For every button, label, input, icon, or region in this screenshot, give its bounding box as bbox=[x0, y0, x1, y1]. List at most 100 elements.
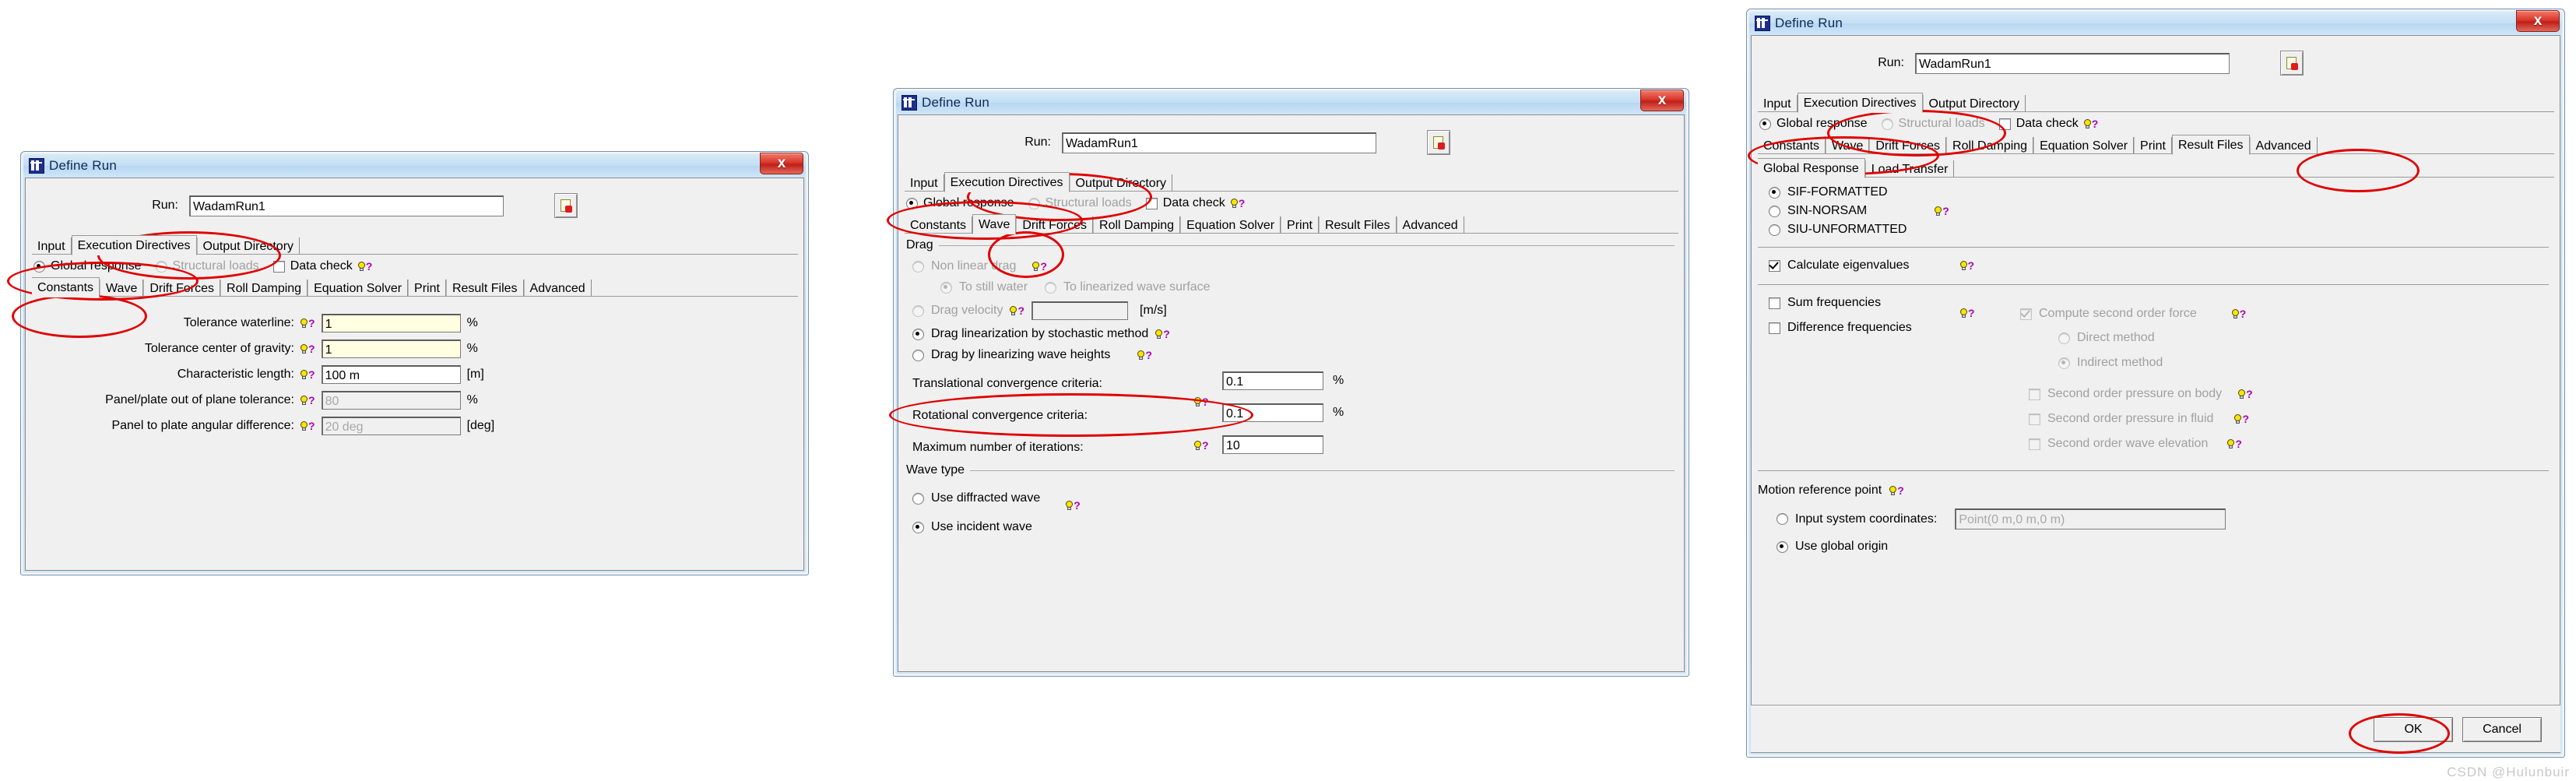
subtab-advanced[interactable]: Advanced bbox=[1396, 216, 1464, 234]
tab-input[interactable]: Input bbox=[32, 237, 72, 255]
help-data-check[interactable]: ? bbox=[2083, 118, 2098, 129]
subtab-constants[interactable]: Constants bbox=[32, 277, 100, 297]
help-tolerance-center-of-gravity[interactable]: ? bbox=[300, 343, 315, 354]
radio-drag-by-linearizing-wave-heights[interactable] bbox=[912, 349, 924, 361]
subtab-equation-solver[interactable]: Equation Solver bbox=[1180, 216, 1281, 234]
input-rotational-convergence[interactable]: 0.1 bbox=[1222, 403, 1323, 422]
tab-execution-directives[interactable]: Execution Directives bbox=[71, 235, 197, 255]
subtab-wave[interactable]: Wave bbox=[100, 280, 144, 297]
subtab-wave[interactable]: Wave bbox=[1826, 137, 1870, 154]
help-frequencies[interactable]: ? bbox=[1960, 308, 1975, 318]
tab-output-directory[interactable]: Output Directory bbox=[1069, 174, 1173, 192]
help-panel-to-plate-angular-difference[interactable]: ? bbox=[300, 420, 315, 431]
define-run-dialog-1[interactable]: Define Run x Run: WadamRun1 Input Execut… bbox=[20, 151, 809, 575]
dialog1-sub-tabs[interactable]: Constants Wave Drift Forces Roll Damping… bbox=[32, 276, 798, 297]
subtab-drift-forces[interactable]: Drift Forces bbox=[1869, 137, 1947, 154]
subtab-constants[interactable]: Constants bbox=[905, 216, 973, 234]
dialog2-top-tabs[interactable]: Input Execution Directives Output Direct… bbox=[905, 171, 1678, 192]
tab-execution-directives[interactable]: Execution Directives bbox=[1797, 93, 1923, 113]
radio-to-linearized-wave-surface[interactable] bbox=[1045, 281, 1057, 294]
dialog1-top-tabs[interactable]: Input Execution Directives Output Direct… bbox=[32, 234, 798, 255]
subtab-drift-forces[interactable]: Drift Forces bbox=[1016, 216, 1094, 234]
radio-siu-unformatted[interactable] bbox=[1769, 223, 1780, 236]
radio-global-response[interactable] bbox=[906, 197, 918, 209]
dialog2-titlebar[interactable]: Define Run x bbox=[896, 90, 1686, 114]
help-drag-velocity[interactable]: ? bbox=[1010, 305, 1024, 316]
subtab-print[interactable]: Print bbox=[408, 280, 446, 297]
radio-sin-norsam[interactable] bbox=[1769, 205, 1780, 217]
subtab-roll-damping[interactable]: Roll Damping bbox=[1093, 216, 1181, 234]
run-browse-button[interactable] bbox=[1427, 130, 1450, 155]
subtab-equation-solver[interactable]: Equation Solver bbox=[308, 280, 409, 297]
help-calculate-eigenvalues[interactable]: ? bbox=[1959, 260, 1974, 271]
help-compute-second-order-force[interactable]: ? bbox=[2231, 308, 2246, 319]
subtab-result-files[interactable]: Result Files bbox=[2171, 135, 2250, 155]
subtab-wave[interactable]: Wave bbox=[972, 214, 1017, 234]
checkbox-calculate-eigenvalues[interactable] bbox=[1769, 259, 1780, 272]
ok-button[interactable]: OK bbox=[2374, 717, 2453, 742]
run-input[interactable]: WadamRun1 bbox=[189, 195, 504, 216]
help-drag-linearization-stochastic[interactable]: ? bbox=[1155, 329, 1170, 339]
subtab-print[interactable]: Print bbox=[2134, 137, 2172, 154]
innertab-global-response[interactable]: Global Response bbox=[1758, 158, 1865, 178]
run-input[interactable]: WadamRun1 bbox=[1062, 132, 1376, 153]
checkbox-data-check[interactable] bbox=[272, 260, 285, 273]
subtab-result-files[interactable]: Result Files bbox=[445, 280, 524, 297]
radio-non-linear-drag[interactable] bbox=[912, 260, 924, 273]
help-tolerance-waterline[interactable]: ? bbox=[300, 318, 315, 329]
help-second-order-pressure-in-fluid[interactable]: ? bbox=[2234, 413, 2249, 424]
subtab-equation-solver[interactable]: Equation Solver bbox=[2033, 137, 2135, 154]
help-convergence[interactable]: ? bbox=[1194, 396, 1209, 407]
subtab-drift-forces[interactable]: Drift Forces bbox=[143, 280, 221, 297]
help-drag-by-linearizing-wave-heights[interactable]: ? bbox=[1137, 350, 1152, 361]
dialog2-sub-tabs[interactable]: Constants Wave Drift Forces Roll Damping… bbox=[905, 213, 1678, 234]
radio-structural-loads[interactable] bbox=[155, 260, 167, 273]
subtab-advanced[interactable]: Advanced bbox=[2249, 137, 2318, 154]
close-icon[interactable]: x bbox=[760, 153, 803, 174]
checkbox-difference-frequencies[interactable] bbox=[1769, 322, 1780, 334]
input-characteristic-length[interactable]: 100 m bbox=[321, 365, 461, 384]
subtab-roll-damping[interactable]: Roll Damping bbox=[1946, 137, 2034, 154]
dialog3-titlebar[interactable]: Define Run x bbox=[1749, 10, 2562, 35]
tab-execution-directives[interactable]: Execution Directives bbox=[944, 172, 1070, 192]
help-second-order-wave-elevation[interactable]: ? bbox=[2227, 438, 2242, 449]
help-wave-type[interactable]: ? bbox=[1066, 500, 1081, 511]
help-data-check[interactable]: ? bbox=[1230, 198, 1245, 209]
input-translational-convergence[interactable]: 0.1 bbox=[1222, 371, 1323, 390]
radio-structural-loads[interactable] bbox=[1028, 197, 1040, 209]
tab-input[interactable]: Input bbox=[1758, 95, 1798, 112]
radio-use-global-origin[interactable] bbox=[1776, 540, 1788, 553]
subtab-result-files[interactable]: Result Files bbox=[1318, 216, 1397, 234]
cancel-button[interactable]: Cancel bbox=[2462, 717, 2542, 742]
input-tolerance-center-of-gravity[interactable]: 1 bbox=[321, 339, 461, 358]
define-run-dialog-2[interactable]: Define Run x Run: WadamRun1 Input Execut… bbox=[893, 88, 1689, 677]
radio-drag-linearization-stochastic[interactable] bbox=[912, 328, 924, 340]
checkbox-data-check[interactable] bbox=[1145, 197, 1158, 209]
subtab-roll-damping[interactable]: Roll Damping bbox=[220, 280, 308, 297]
help-motion-reference-point[interactable]: ? bbox=[1889, 485, 1904, 496]
help-panel-plate-out-of-plane-tolerance[interactable]: ? bbox=[300, 395, 315, 406]
subtab-constants[interactable]: Constants bbox=[1758, 137, 1826, 154]
checkbox-sum-frequencies[interactable] bbox=[1769, 297, 1780, 309]
radio-input-system-coordinates[interactable] bbox=[1776, 513, 1788, 525]
subtab-print[interactable]: Print bbox=[1281, 216, 1319, 234]
radio-global-response[interactable] bbox=[33, 260, 45, 273]
close-icon[interactable]: x bbox=[2516, 10, 2560, 32]
input-tolerance-waterline[interactable]: 1 bbox=[321, 314, 461, 332]
tab-input[interactable]: Input bbox=[905, 174, 944, 192]
radio-global-response[interactable] bbox=[1759, 118, 1771, 130]
input-maximum-iterations[interactable]: 10 bbox=[1222, 435, 1323, 454]
radio-use-diffracted-wave[interactable] bbox=[912, 492, 924, 505]
close-icon[interactable]: x bbox=[1640, 90, 1684, 111]
run-browse-button[interactable] bbox=[2280, 51, 2304, 76]
innertab-load-transfer[interactable]: Load Transfer bbox=[1864, 160, 1955, 178]
radio-drag-velocity[interactable] bbox=[912, 304, 924, 317]
dialog3-inner-tabs[interactable]: Global Response Load Transfer bbox=[1758, 157, 2554, 178]
tab-output-directory[interactable]: Output Directory bbox=[196, 237, 300, 255]
define-run-dialog-3[interactable]: Define Run x Run: WadamRun1 Input Execut… bbox=[1746, 9, 2565, 758]
help-characteristic-length[interactable]: ? bbox=[300, 369, 315, 380]
dialog3-sub-tabs[interactable]: Constants Wave Drift Forces Roll Damping… bbox=[1758, 134, 2554, 155]
tab-output-directory[interactable]: Output Directory bbox=[1922, 95, 2026, 112]
help-data-check[interactable]: ? bbox=[357, 261, 372, 272]
radio-use-incident-wave[interactable] bbox=[912, 521, 924, 533]
